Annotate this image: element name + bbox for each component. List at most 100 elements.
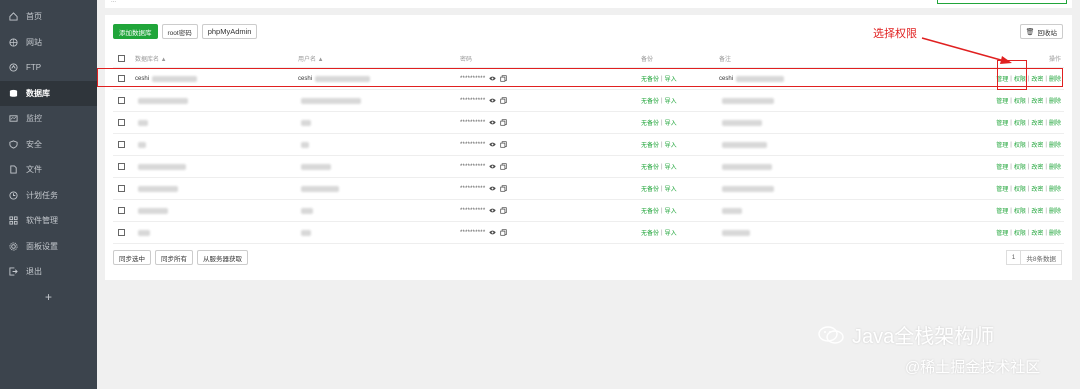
import-link[interactable]: 导入 xyxy=(665,118,677,127)
delete-link[interactable]: 删除 xyxy=(1049,96,1061,105)
copy-icon[interactable] xyxy=(500,207,508,214)
import-link[interactable]: 导入 xyxy=(665,162,677,171)
copy-icon[interactable] xyxy=(500,97,508,104)
root-password-button[interactable]: root密码 xyxy=(161,24,198,39)
table-row: ********** 无备份 | 导入 管理 | 权限 | 改密 | 删除 xyxy=(113,90,1064,112)
backup-link[interactable]: 无备份 xyxy=(641,228,659,237)
backup-link[interactable]: 无备份 xyxy=(641,140,659,149)
table-row: ********** 无备份 | 导入 管理 | 权限 | 改密 | 删除 xyxy=(113,178,1064,200)
eye-icon[interactable] xyxy=(489,185,497,192)
header-name[interactable]: 数据库名 ▲ xyxy=(135,50,167,67)
row-checkbox[interactable] xyxy=(118,97,125,104)
change-password-link[interactable]: 改密 xyxy=(1031,118,1043,127)
sidebar-item-3[interactable]: 数据库 xyxy=(0,80,97,106)
delete-link[interactable]: 删除 xyxy=(1049,162,1061,171)
header-user[interactable]: 用户名 ▲ xyxy=(298,50,324,67)
sync-all-button[interactable]: 同步所有 xyxy=(155,250,193,265)
delete-link[interactable]: 删除 xyxy=(1049,118,1061,127)
row-checkbox[interactable] xyxy=(118,119,125,126)
permission-link[interactable]: 权限 xyxy=(1014,162,1026,171)
delete-link[interactable]: 删除 xyxy=(1049,184,1061,193)
change-password-link[interactable]: 改密 xyxy=(1031,140,1043,149)
sidebar-item-5[interactable]: 安全 xyxy=(0,132,97,158)
manage-link[interactable]: 管理 xyxy=(996,206,1008,215)
permission-link[interactable]: 权限 xyxy=(1014,206,1026,215)
recycle-bin-button[interactable]: 🗑 回收站 xyxy=(1019,24,1063,39)
redacted-user xyxy=(301,207,313,214)
ftp-icon xyxy=(8,63,18,73)
change-password-link[interactable]: 改密 xyxy=(1031,184,1043,193)
topbar: ... xyxy=(105,0,1072,8)
eye-icon[interactable] xyxy=(489,207,497,214)
backup-link[interactable]: 无备份 xyxy=(641,184,659,193)
copy-icon[interactable] xyxy=(500,163,508,170)
sidebar-item-4[interactable]: 监控 xyxy=(0,106,97,132)
import-link[interactable]: 导入 xyxy=(665,140,677,149)
redacted-note xyxy=(722,185,774,192)
delete-link[interactable]: 删除 xyxy=(1049,228,1061,237)
sidebar-item-8[interactable]: 软件管理 xyxy=(0,208,97,234)
eye-icon[interactable] xyxy=(489,163,497,170)
sidebar-item-6[interactable]: 文件 xyxy=(0,157,97,183)
manage-link[interactable]: 管理 xyxy=(996,96,1008,105)
eye-icon[interactable] xyxy=(489,229,497,236)
table-row: ********** 无备份 | 导入 管理 | 权限 | 改密 | 删除 xyxy=(113,156,1064,178)
copy-icon[interactable] xyxy=(500,185,508,192)
backup-link[interactable]: 无备份 xyxy=(641,206,659,215)
sidebar-item-2[interactable]: FTP xyxy=(0,55,97,81)
sidebar-item-1[interactable]: 网站 xyxy=(0,30,97,56)
sidebar-item-label: FTP xyxy=(26,63,42,73)
copy-icon[interactable] xyxy=(500,229,508,236)
backup-link[interactable]: 无备份 xyxy=(641,96,659,105)
row-checkbox[interactable] xyxy=(118,229,125,236)
manage-link[interactable]: 管理 xyxy=(996,184,1008,193)
manage-link[interactable]: 管理 xyxy=(996,228,1008,237)
page-number[interactable]: 1 xyxy=(1005,250,1022,265)
change-password-link[interactable]: 改密 xyxy=(1031,96,1043,105)
row-checkbox[interactable] xyxy=(118,185,125,192)
redacted-user xyxy=(301,141,309,148)
redacted-name xyxy=(138,97,188,104)
add-menu-button[interactable]: + xyxy=(0,285,97,310)
import-link[interactable]: 导入 xyxy=(665,184,677,193)
change-password-link[interactable]: 改密 xyxy=(1031,228,1043,237)
import-link[interactable]: 导入 xyxy=(665,206,677,215)
sidebar-item-9[interactable]: 面板设置 xyxy=(0,234,97,260)
import-link[interactable]: 导入 xyxy=(665,228,677,237)
sidebar-item-0[interactable]: 首页 xyxy=(0,4,97,30)
row-checkbox[interactable] xyxy=(118,141,125,148)
manage-link[interactable]: 管理 xyxy=(996,162,1008,171)
permission-link[interactable]: 权限 xyxy=(1014,118,1026,127)
permission-link[interactable]: 权限 xyxy=(1014,184,1026,193)
select-all-checkbox[interactable] xyxy=(118,55,125,62)
add-database-button[interactable]: 添加数据库 xyxy=(113,24,158,39)
permission-link[interactable]: 权限 xyxy=(1014,140,1026,149)
row-checkbox[interactable] xyxy=(118,207,125,214)
import-link[interactable]: 导入 xyxy=(665,96,677,105)
permission-link[interactable]: 权限 xyxy=(1014,228,1026,237)
eye-icon[interactable] xyxy=(489,119,497,126)
change-password-link[interactable]: 改密 xyxy=(1031,162,1043,171)
delete-link[interactable]: 删除 xyxy=(1049,206,1061,215)
phpmyadmin-button[interactable]: phpMyAdmin xyxy=(201,24,258,39)
copy-icon[interactable] xyxy=(500,141,508,148)
delete-link[interactable]: 删除 xyxy=(1049,140,1061,149)
change-password-link[interactable]: 改密 xyxy=(1031,206,1043,215)
eye-icon[interactable] xyxy=(489,141,497,148)
watermark: Java全栈架构师 xyxy=(818,320,994,349)
copy-icon[interactable] xyxy=(500,119,508,126)
backup-link[interactable]: 无备份 xyxy=(641,118,659,127)
sync-selected-button[interactable]: 同步选中 xyxy=(113,250,151,265)
permission-link[interactable]: 权限 xyxy=(1014,96,1026,105)
manage-link[interactable]: 管理 xyxy=(996,118,1008,127)
search-input[interactable] xyxy=(937,0,1067,4)
total-count: 共8条数据 xyxy=(1021,250,1062,265)
manage-link[interactable]: 管理 xyxy=(996,140,1008,149)
fetch-from-server-button[interactable]: 从服务器获取 xyxy=(197,250,248,265)
eye-icon[interactable] xyxy=(489,97,497,104)
row-checkbox[interactable] xyxy=(118,163,125,170)
sidebar-item-label: 退出 xyxy=(26,267,42,277)
sidebar-item-10[interactable]: 退出 xyxy=(0,259,97,285)
backup-link[interactable]: 无备份 xyxy=(641,162,659,171)
sidebar-item-7[interactable]: 计划任务 xyxy=(0,183,97,209)
